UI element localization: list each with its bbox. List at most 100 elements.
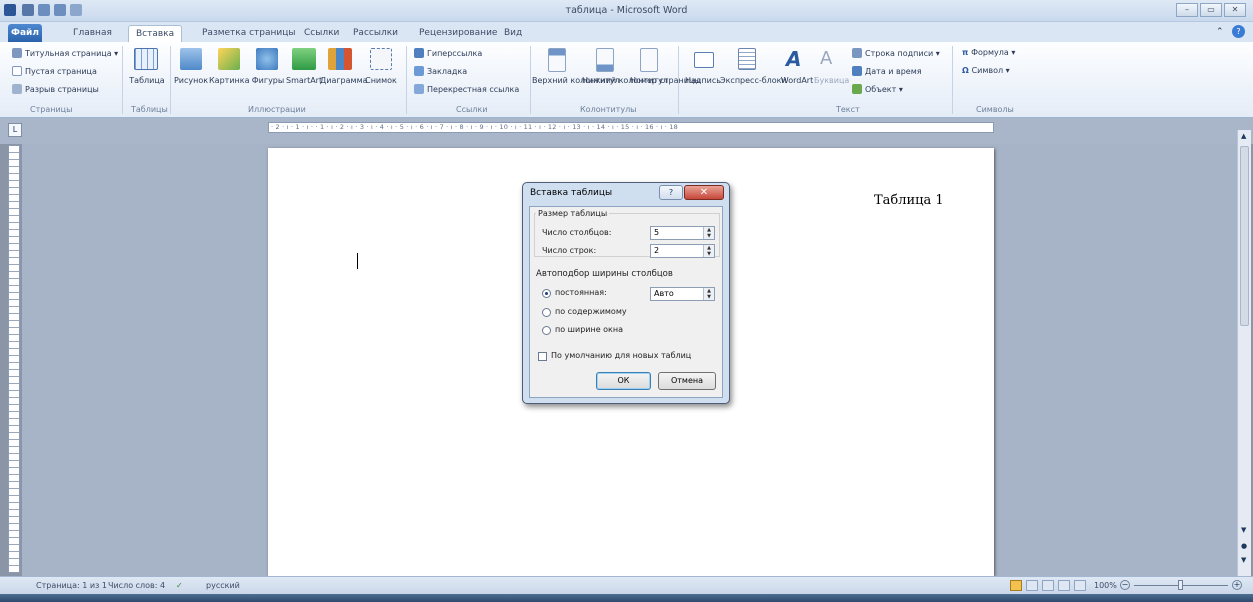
tab-file[interactable]: Файл [8, 24, 42, 42]
ribbon: Титульная страница ▾ Пустая страница Раз… [0, 42, 1253, 118]
spin-arrows-icon[interactable]: ▲ ▼ [703, 245, 714, 257]
autofit-content-radio[interactable] [542, 308, 551, 317]
autofit-content-label[interactable]: по содержимому [555, 307, 627, 316]
tab-selector-icon[interactable]: L [8, 123, 22, 137]
zoom-level[interactable]: 100% [1094, 581, 1117, 590]
page-break-button[interactable]: Разрыв страницы [12, 84, 99, 94]
group-label-header-footer: Колонтитулы [580, 105, 637, 114]
text-box-icon [694, 52, 714, 68]
object-button[interactable]: Объект ▾ [852, 84, 903, 94]
tab-view[interactable]: Вид [497, 25, 529, 42]
text-box-button[interactable]: Надпись [684, 76, 722, 85]
table-button[interactable]: Таблица [128, 76, 166, 85]
vertical-scrollbar[interactable]: ▲ ▼ ● ▼ [1237, 130, 1251, 576]
autofit-group-label: Автоподбор ширины столбцов [536, 269, 673, 279]
web-layout-icon[interactable] [1042, 580, 1054, 591]
ok-button[interactable]: ОК [596, 372, 651, 390]
language[interactable]: русский [206, 581, 240, 590]
zoom-in-icon[interactable]: + [1232, 580, 1242, 590]
columns-spinner[interactable]: 5 ▲ ▼ [650, 226, 715, 240]
wordart-button[interactable]: WordArt [778, 76, 816, 85]
dialog-title: Вставка таблицы [530, 188, 613, 198]
outline-icon[interactable] [1058, 580, 1070, 591]
shapes-icon [256, 48, 278, 70]
equation-button[interactable]: π Формула ▾ [962, 48, 1015, 57]
footer-button[interactable]: Нижний колонтитул [582, 76, 668, 86]
symbol-button[interactable]: Ω Символ ▾ [962, 66, 1010, 75]
quick-parts-icon [738, 48, 756, 70]
fixed-width-value[interactable]: Авто [654, 289, 674, 298]
smartart-button[interactable]: SmartArt [286, 76, 322, 85]
previous-page-icon[interactable]: ● [1241, 542, 1247, 550]
chart-button[interactable]: Диаграмма [320, 76, 368, 85]
horizontal-ruler[interactable]: · 2 · ı · 1 · ı · · 1 · ı · 2 · ı · 3 · … [268, 122, 994, 133]
table-icon [134, 48, 158, 70]
word-count[interactable]: Число слов: 4 [108, 581, 165, 590]
header-button[interactable]: Верхний колонтитул [532, 76, 620, 86]
autofit-window-radio[interactable] [542, 326, 551, 335]
minimize-icon[interactable]: – [1176, 3, 1198, 17]
status-bar: Страница: 1 из 1 Число слов: 4 ✓ русский… [0, 576, 1253, 594]
picture-button[interactable]: Рисунок [173, 76, 209, 85]
hyperlink-button[interactable]: Гиперссылка [414, 48, 482, 58]
screenshot-icon [370, 48, 392, 70]
proofing-icon[interactable]: ✓ [176, 581, 183, 590]
help-icon[interactable]: ? [1232, 25, 1245, 38]
blank-page-button[interactable]: Пустая страница [12, 66, 97, 76]
scroll-down-icon[interactable]: ▼ [1241, 526, 1246, 534]
table-caption[interactable]: Таблица 1 [874, 193, 944, 208]
tab-home[interactable]: Главная [66, 25, 119, 42]
rows-label: Число строк: [542, 246, 597, 255]
cross-reference-button[interactable]: Перекрестная ссылка [414, 84, 519, 94]
fixed-width-spinner[interactable]: Авто ▲ ▼ [650, 287, 715, 301]
group-label-links: Ссылки [456, 105, 488, 114]
print-layout-icon[interactable] [1010, 580, 1022, 591]
tab-mailings[interactable]: Рассылки [346, 25, 405, 42]
zoom-slider-thumb[interactable] [1178, 580, 1183, 590]
window-title: таблица - Microsoft Word [565, 5, 688, 16]
vertical-ruler[interactable] [8, 145, 20, 573]
tab-insert[interactable]: Вставка [128, 25, 183, 42]
scroll-up-icon[interactable]: ▲ [1241, 132, 1246, 140]
scrollbar-thumb[interactable] [1240, 146, 1249, 326]
bookmark-button[interactable]: Закладка [414, 66, 467, 76]
tab-page-layout[interactable]: Разметка страницы [195, 25, 303, 42]
default-new-tables-checkbox[interactable] [538, 352, 547, 361]
cover-page-button[interactable]: Титульная страница ▾ [12, 48, 118, 58]
screenshot-button[interactable]: Снимок [362, 76, 400, 85]
fixed-width-radio[interactable] [542, 289, 551, 298]
group-label-symbols: Символы [976, 105, 1014, 114]
tab-review[interactable]: Рецензирование [412, 25, 504, 42]
default-new-tables-label[interactable]: По умолчанию для новых таблиц [551, 351, 691, 360]
cancel-button[interactable]: Отмена [658, 372, 716, 390]
date-time-button[interactable]: Дата и время [852, 66, 922, 76]
drop-cap-button[interactable]: Буквица [814, 76, 849, 85]
spin-arrows-icon[interactable]: ▲ ▼ [703, 227, 714, 239]
full-screen-reading-icon[interactable] [1026, 580, 1038, 591]
page-count[interactable]: Страница: 1 из 1 [36, 581, 107, 590]
ribbon-tabs: Файл Главная Вставка Разметка страницы С… [0, 22, 1253, 42]
rows-spinner[interactable]: 2 ▲ ▼ [650, 244, 715, 258]
draft-icon[interactable] [1074, 580, 1086, 591]
spin-arrows-icon[interactable]: ▲ ▼ [703, 288, 714, 300]
dialog-close-icon[interactable]: ✕ [684, 185, 724, 200]
close-window-icon[interactable]: ✕ [1224, 3, 1246, 17]
columns-label: Число столбцов: [542, 228, 612, 237]
shapes-button[interactable]: Фигуры [250, 76, 286, 85]
signature-line-button[interactable]: Строка подписи ▾ [852, 48, 940, 58]
dialog-help-icon[interactable]: ? [659, 185, 683, 200]
rows-value[interactable]: 2 [654, 246, 659, 255]
tab-references[interactable]: Ссылки [297, 25, 346, 42]
page-number-button[interactable]: Номер страницы [630, 76, 701, 86]
fixed-width-label[interactable]: постоянная: [555, 288, 607, 297]
footer-icon [596, 48, 614, 72]
maximize-icon[interactable]: ▭ [1200, 3, 1222, 17]
clipart-button[interactable]: Картинка [209, 76, 249, 85]
columns-value[interactable]: 5 [654, 228, 659, 237]
autofit-window-label[interactable]: по ширине окна [555, 325, 623, 334]
ribbon-minimize-icon[interactable]: ⌃ [1216, 27, 1224, 37]
zoom-out-icon[interactable]: − [1120, 580, 1130, 590]
next-page-icon[interactable]: ▼ [1241, 556, 1246, 564]
quick-parts-button[interactable]: Экспресс-блоки [720, 76, 787, 85]
dialog-body: Размер таблицы Число столбцов: 5 ▲ ▼ Число… [529, 206, 723, 398]
